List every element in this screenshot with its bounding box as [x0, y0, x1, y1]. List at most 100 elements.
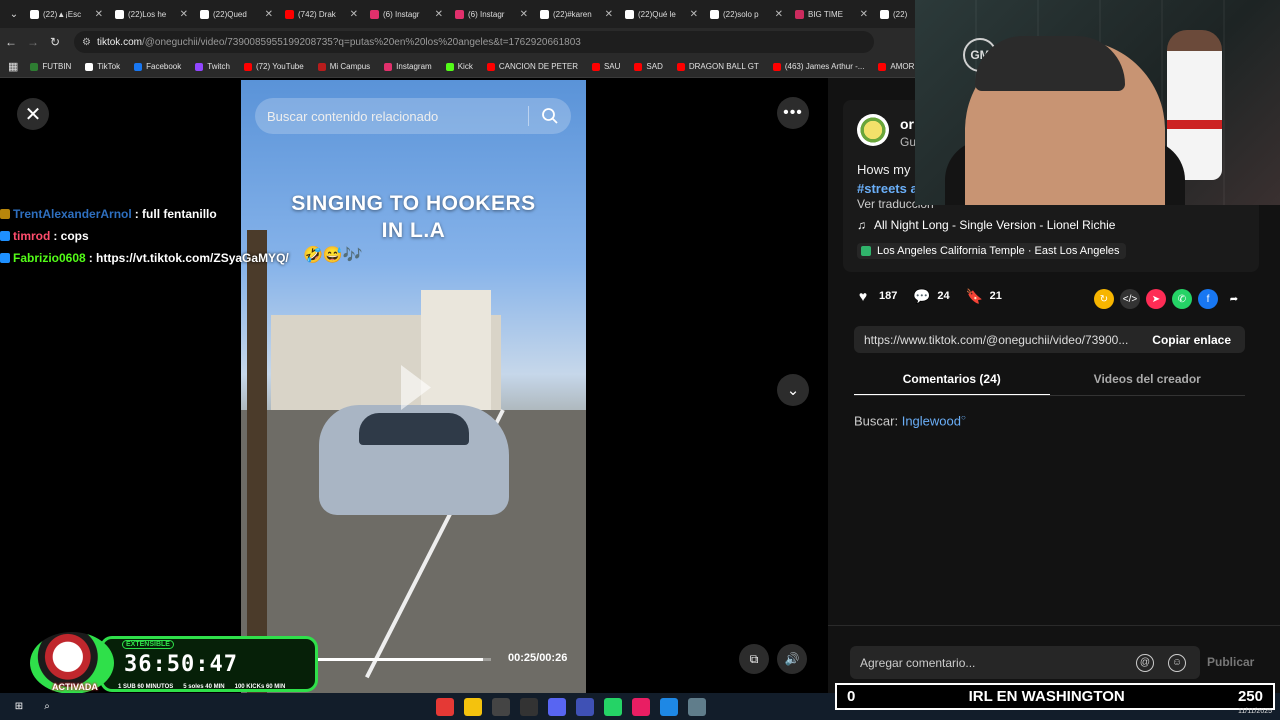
close-tab-icon[interactable]: ✕: [95, 9, 103, 20]
hashtag-link[interactable]: #streets a: [857, 181, 918, 196]
whatsapp-icon[interactable]: ✆: [1172, 289, 1192, 309]
close-video-button[interactable]: ✕: [17, 98, 49, 130]
app-icon[interactable]: [492, 697, 510, 716]
like-button[interactable]: ♥ 187: [855, 288, 898, 304]
video-link-text[interactable]: https://www.tiktok.com/@oneguchii/video/…: [854, 333, 1138, 347]
tab-favicon-icon: [455, 9, 464, 19]
tab-title: (22)Qué le: [638, 9, 676, 19]
bookmark-favicon-icon: [878, 62, 887, 71]
forward-arrow-icon[interactable]: →: [22, 35, 44, 49]
close-tab-icon[interactable]: ✕: [180, 9, 188, 20]
bookmark-item[interactable]: Facebook: [134, 62, 181, 71]
bookmark-item[interactable]: (72) YouTube: [243, 62, 304, 71]
close-tab-icon[interactable]: ✕: [435, 9, 443, 20]
panel-tabs: Comentarios (24) Videos del creador: [854, 368, 1245, 396]
bookmark-item[interactable]: Kick: [445, 62, 473, 71]
comment-button[interactable]: 💬 24: [913, 288, 949, 304]
bookmark-item[interactable]: Twitch: [195, 62, 230, 71]
next-video-button[interactable]: ⌄: [777, 374, 809, 406]
bookmark-item[interactable]: Mi Campus: [317, 62, 371, 71]
close-tab-icon[interactable]: ✕: [605, 9, 613, 20]
mention-icon[interactable]: @: [1136, 654, 1154, 672]
bookmark-item[interactable]: FUTBIN: [30, 62, 71, 71]
share-arrow-icon[interactable]: ➦: [1224, 289, 1244, 309]
app-icon[interactable]: [520, 697, 538, 716]
bookmark-item[interactable]: SAD: [634, 62, 663, 71]
close-tab-icon[interactable]: ✕: [350, 9, 358, 20]
calculator-icon[interactable]: [688, 697, 706, 716]
browser-tab[interactable]: (22)#karen ✕: [534, 3, 619, 25]
comment-input[interactable]: Agregar comentario... @ ☺: [850, 646, 1200, 679]
music-link[interactable]: ♫ All Night Long - Single Version - Lione…: [857, 218, 1115, 232]
word-icon[interactable]: [660, 697, 678, 716]
miniplayer-icon[interactable]: ⧉: [739, 644, 769, 674]
browser-tab[interactable]: (6) Instagr ✕: [364, 3, 449, 25]
search-term-link[interactable]: Inglewood: [902, 413, 961, 428]
close-tab-icon[interactable]: ✕: [860, 9, 868, 20]
save-button[interactable]: 🔖 21: [966, 288, 1002, 304]
video-frame-car: [319, 405, 509, 515]
browser-tab[interactable]: (22)Qué le ✕: [619, 3, 704, 25]
bookmark-item[interactable]: CANCION DE PETER: [486, 62, 578, 71]
close-tab-icon[interactable]: ✕: [520, 9, 528, 20]
browser-tab[interactable]: (22)solo p ✕: [704, 3, 789, 25]
app-icon[interactable]: [436, 697, 454, 716]
bookmark-item[interactable]: DRAGON BALL GT: [676, 62, 759, 71]
browser-tab[interactable]: (742) Drak ✕: [279, 3, 364, 25]
browser-tab[interactable]: (22)▲¡Esc ✕: [24, 3, 109, 25]
bookmark-item[interactable]: TikTok: [85, 62, 120, 71]
address-field[interactable]: ⚙ tiktok.com/@oneguchii/video/7390085955…: [74, 31, 874, 53]
windows-start-icon[interactable]: ⊞: [10, 698, 28, 716]
related-search-input[interactable]: Buscar contenido relacionado: [255, 98, 571, 134]
browser-tab[interactable]: (22)Qued ✕: [194, 3, 279, 25]
facebook-icon[interactable]: f: [1198, 289, 1218, 309]
apps-grid-icon[interactable]: ▦: [8, 60, 18, 73]
tab-creator-videos[interactable]: Videos del creador: [1050, 368, 1246, 396]
send-icon[interactable]: ➤: [1146, 289, 1166, 309]
tab-search-chevron-icon[interactable]: ⌄: [4, 9, 24, 20]
video-link-box: https://www.tiktok.com/@oneguchii/video/…: [854, 326, 1245, 353]
search-icon[interactable]: [541, 107, 559, 125]
user-subtitle: Gu: [900, 135, 917, 149]
browser-tab[interactable]: (22)Los he ✕: [109, 3, 194, 25]
app-icon[interactable]: [632, 697, 650, 716]
post-description: Hows my: [857, 162, 911, 177]
embed-icon[interactable]: </>: [1120, 289, 1140, 309]
browser-tab[interactable]: (6) Instagr ✕: [449, 3, 534, 25]
site-info-icon[interactable]: ⚙: [82, 37, 91, 48]
goal-target: 250: [1237, 688, 1263, 705]
discord-icon[interactable]: [548, 697, 566, 716]
related-search-suggestion[interactable]: Buscar: Inglewood○: [854, 413, 966, 428]
chat-message: timrod: cops: [0, 225, 289, 247]
location-tag[interactable]: Los Angeles California Temple · East Los…: [857, 243, 1126, 259]
close-tab-icon[interactable]: ✕: [775, 9, 783, 20]
username[interactable]: or: [900, 116, 914, 132]
publish-button[interactable]: Publicar: [1207, 655, 1254, 669]
app-icon[interactable]: [576, 697, 594, 716]
search-icon[interactable]: ⌕: [38, 698, 56, 716]
browser-tab[interactable]: BIG TIME ✕: [789, 3, 874, 25]
close-tab-icon[interactable]: ✕: [265, 9, 273, 20]
bookmark-label: Facebook: [146, 62, 182, 71]
tab-comments[interactable]: Comentarios (24): [854, 368, 1050, 396]
emoji-icon[interactable]: ☺: [1168, 654, 1186, 672]
bookmark-item[interactable]: SAU: [591, 62, 620, 71]
close-tab-icon[interactable]: ✕: [690, 9, 698, 20]
whatsapp-icon[interactable]: [604, 697, 622, 716]
repost-icon[interactable]: ↻: [1094, 289, 1114, 309]
avatar[interactable]: [857, 114, 889, 146]
video-player[interactable]: Buscar contenido relacionado SINGING TO …: [241, 80, 586, 693]
back-arrow-icon[interactable]: ←: [0, 35, 22, 49]
copy-link-button[interactable]: Copiar enlace: [1138, 333, 1245, 347]
volume-icon[interactable]: 🔊: [777, 644, 807, 674]
more-options-button[interactable]: •••: [777, 97, 809, 129]
reload-icon[interactable]: ↻: [44, 35, 66, 49]
folder-icon[interactable]: [464, 697, 482, 716]
bookmark-favicon-icon: [195, 62, 204, 71]
bookmark-favicon-icon: [30, 62, 39, 71]
chat-message: TrentAlexanderArnol: full fentanillo: [0, 203, 289, 225]
bookmark-item[interactable]: Instagram: [384, 62, 432, 71]
bookmark-label: Mi Campus: [329, 62, 371, 71]
bookmark-item[interactable]: (463) James Arthur -...: [772, 62, 864, 71]
bookmark-item[interactable]: AMOR: [878, 62, 914, 71]
